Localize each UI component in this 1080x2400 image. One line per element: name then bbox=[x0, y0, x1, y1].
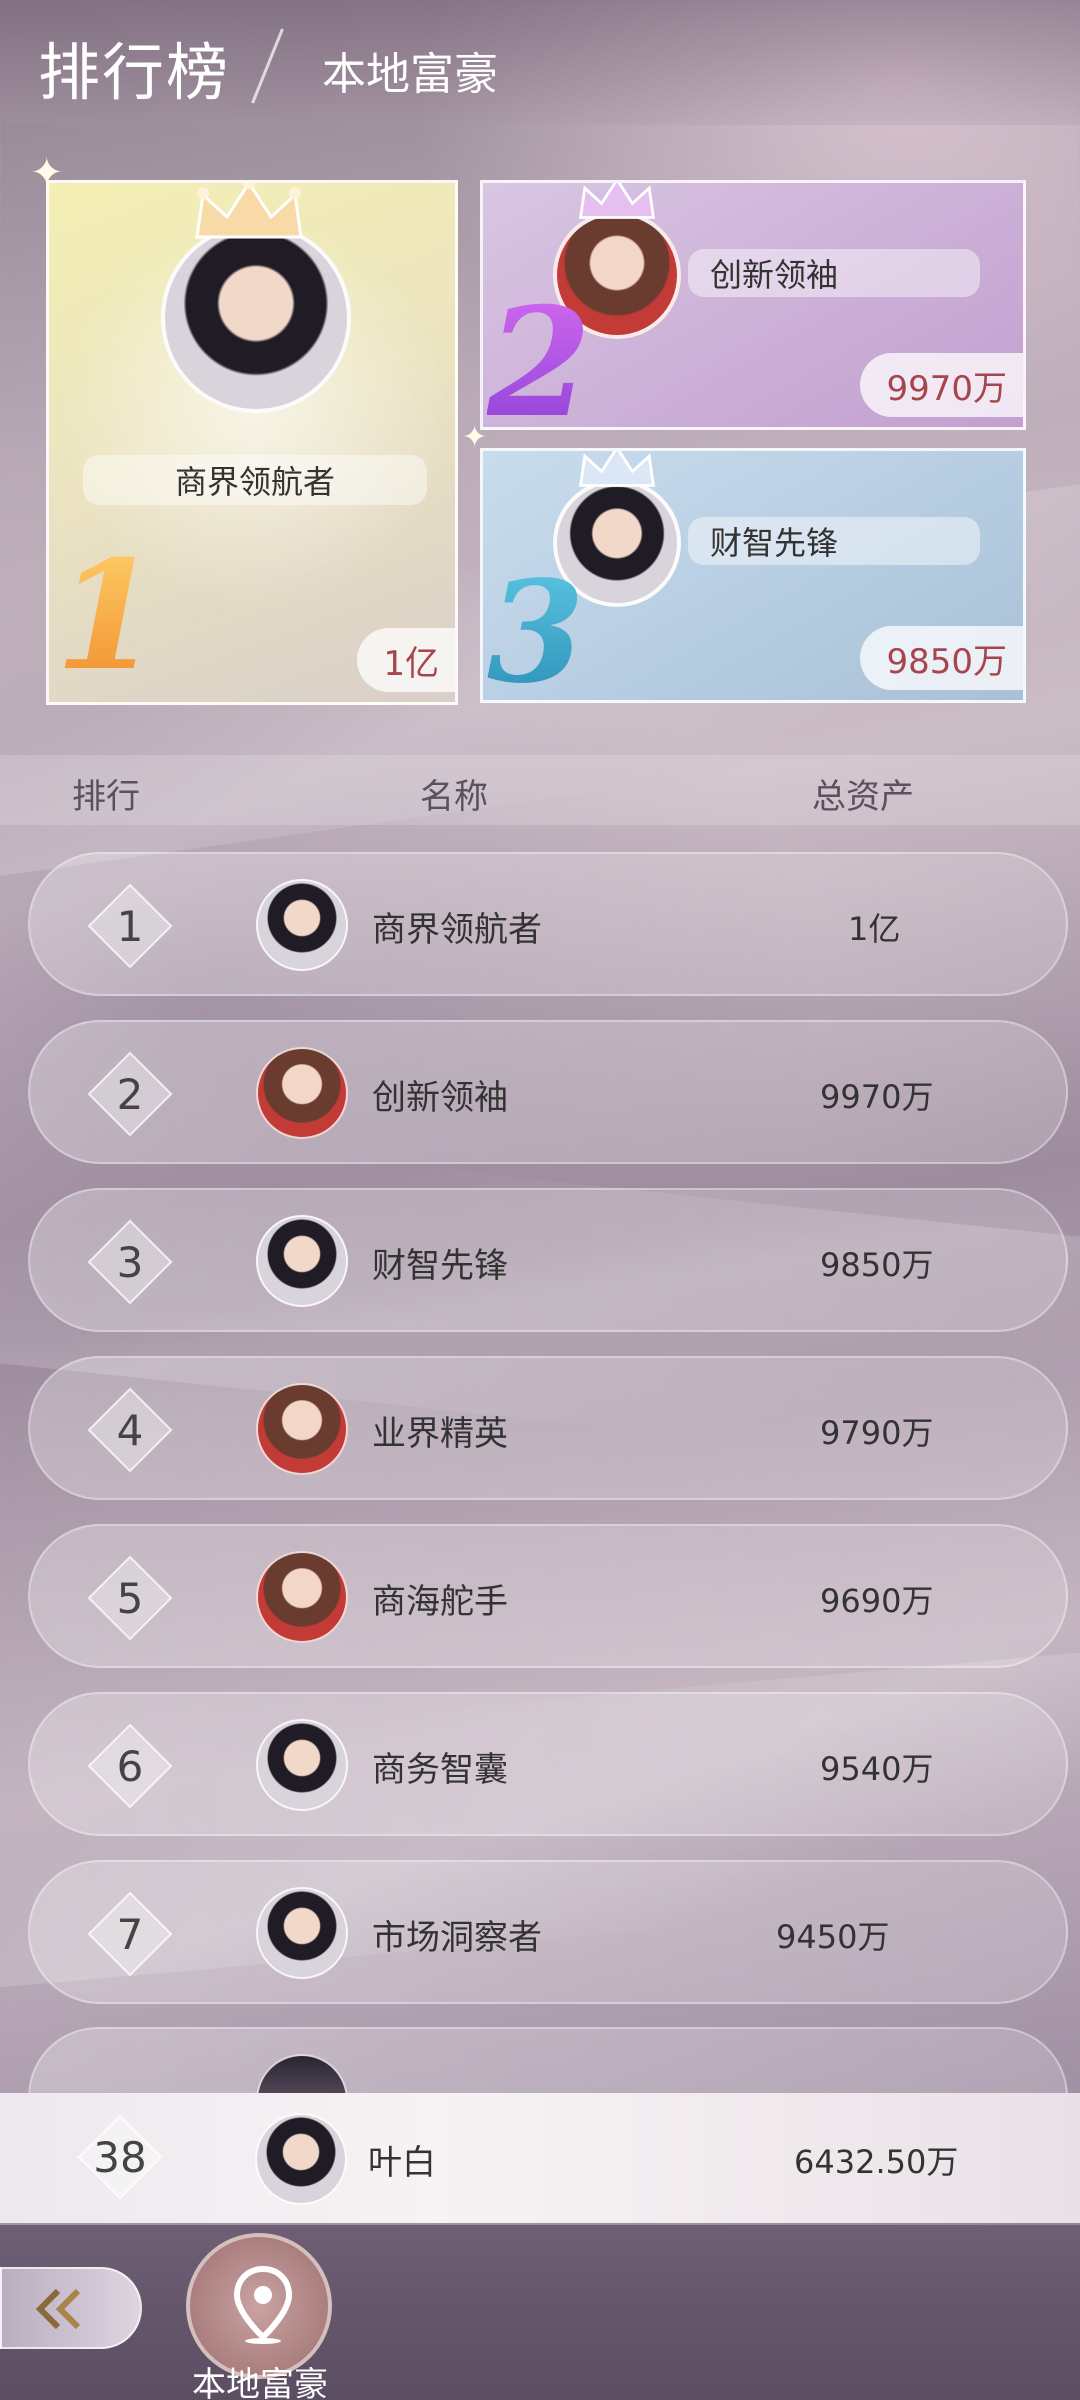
rank-number: 6 bbox=[116, 1741, 144, 1791]
avatar bbox=[255, 2113, 347, 2205]
avatar bbox=[256, 1047, 348, 1139]
rank-diamond: 2 bbox=[84, 1048, 176, 1140]
blue-crown-icon bbox=[578, 451, 656, 487]
player-assets: 1亿 bbox=[848, 910, 901, 948]
podium-first-card[interactable]: 商界领航者 1 1亿 bbox=[46, 180, 458, 705]
avatar bbox=[256, 879, 348, 971]
list-item[interactable]: 1 商界领航者 1亿 bbox=[28, 852, 1068, 996]
rank-three-numeral: 3 bbox=[487, 551, 584, 700]
bottom-bar: 本地富豪 bbox=[0, 2225, 1080, 2400]
podium-third-card[interactable]: 财智先锋 3 9850万 bbox=[480, 448, 1026, 703]
column-rank-header: 排行 bbox=[72, 777, 140, 817]
player-assets: 9790万 bbox=[820, 1414, 934, 1452]
player-name: 市场洞察者 bbox=[372, 1918, 542, 1958]
double-chevron-left-icon bbox=[35, 2288, 81, 2330]
avatar bbox=[256, 1551, 348, 1643]
list-item[interactable]: 6 商务智囊 9540万 bbox=[28, 1692, 1068, 1836]
purple-crown-icon bbox=[578, 183, 656, 219]
rank-number: 4 bbox=[116, 1405, 144, 1455]
avatar bbox=[256, 1383, 348, 1475]
table-header: 排行 名称 总资产 bbox=[0, 755, 1080, 825]
my-name: 叶白 bbox=[368, 2143, 436, 2183]
back-button[interactable] bbox=[0, 2267, 142, 2349]
my-rank-row[interactable]: 38 叶白 6432.50万 bbox=[0, 2093, 1080, 2223]
podium-third-name: 财智先锋 bbox=[688, 517, 980, 565]
column-assets-header: 总资产 bbox=[812, 777, 914, 817]
podium-first-name: 商界领航者 bbox=[83, 455, 427, 505]
rank-number: 5 bbox=[116, 1573, 144, 1623]
my-assets: 6432.50万 bbox=[794, 2143, 959, 2181]
page-title: 排行榜 bbox=[38, 36, 231, 109]
rank-diamond: 1 bbox=[84, 880, 176, 972]
top-header: 排行榜 本地富豪 bbox=[0, 0, 1080, 125]
podium-second-card[interactable]: 创新领袖 2 9970万 bbox=[480, 180, 1026, 430]
rank-diamond: 5 bbox=[84, 1552, 176, 1644]
gold-crown-icon bbox=[195, 183, 303, 239]
sparkle-icon: ✦ bbox=[462, 420, 488, 455]
player-name: 创新领袖 bbox=[372, 1078, 508, 1118]
rank-diamond: 3 bbox=[84, 1216, 176, 1308]
rank-diamond: 7 bbox=[84, 1888, 176, 1980]
player-assets: 9450万 bbox=[776, 1918, 890, 1956]
player-assets: 9540万 bbox=[820, 1750, 934, 1788]
player-name: 业界精英 bbox=[372, 1414, 508, 1454]
list-item[interactable]: 3 财智先锋 9850万 bbox=[28, 1188, 1068, 1332]
avatar bbox=[256, 1887, 348, 1979]
rank-number: 1 bbox=[116, 901, 144, 951]
my-rank-number: 38 bbox=[93, 2132, 147, 2182]
podium-first-value: 1亿 bbox=[357, 628, 455, 692]
list-item[interactable]: 4 业界精英 9790万 bbox=[28, 1356, 1068, 1500]
map-pin-icon bbox=[233, 2265, 293, 2344]
player-name: 财智先锋 bbox=[372, 1246, 508, 1286]
list-item[interactable]: 7 市场洞察者 9450万 bbox=[28, 1860, 1068, 2004]
player-name: 商海舵手 bbox=[372, 1582, 508, 1622]
list-item[interactable]: 2 创新领袖 9970万 bbox=[28, 1020, 1068, 1164]
rank-diamond: 4 bbox=[84, 1384, 176, 1476]
sparkle-icon: ✦ bbox=[30, 150, 64, 196]
rank-diamond: 38 bbox=[74, 2111, 166, 2203]
list-item-partial[interactable] bbox=[28, 2027, 1068, 2104]
page-subtitle[interactable]: 本地富豪 bbox=[322, 38, 498, 102]
list-item[interactable]: 5 商海舵手 9690万 bbox=[28, 1524, 1068, 1668]
rank-one-numeral: 1 bbox=[55, 528, 160, 704]
player-assets: 9970万 bbox=[820, 1078, 934, 1116]
podium-second-value: 9970万 bbox=[860, 353, 1023, 417]
podium-second-name: 创新领袖 bbox=[688, 249, 980, 297]
avatar bbox=[161, 223, 351, 413]
rank-number: 3 bbox=[116, 1237, 144, 1287]
player-assets: 9850万 bbox=[820, 1246, 934, 1284]
avatar bbox=[256, 1719, 348, 1811]
column-name-header: 名称 bbox=[420, 777, 488, 817]
local-rich-tab-label: 本地富豪 bbox=[192, 2365, 328, 2400]
rank-number: 2 bbox=[116, 1069, 144, 1119]
title-divider bbox=[251, 28, 284, 104]
avatar bbox=[256, 1215, 348, 1307]
player-name: 商界领航者 bbox=[372, 910, 542, 950]
rank-diamond: 6 bbox=[84, 1720, 176, 1812]
podium-third-value: 9850万 bbox=[860, 626, 1023, 690]
rank-number: 7 bbox=[116, 1909, 144, 1959]
rank-two-numeral: 2 bbox=[487, 275, 591, 427]
player-name: 商务智囊 bbox=[372, 1750, 508, 1790]
player-assets: 9690万 bbox=[820, 1582, 934, 1620]
